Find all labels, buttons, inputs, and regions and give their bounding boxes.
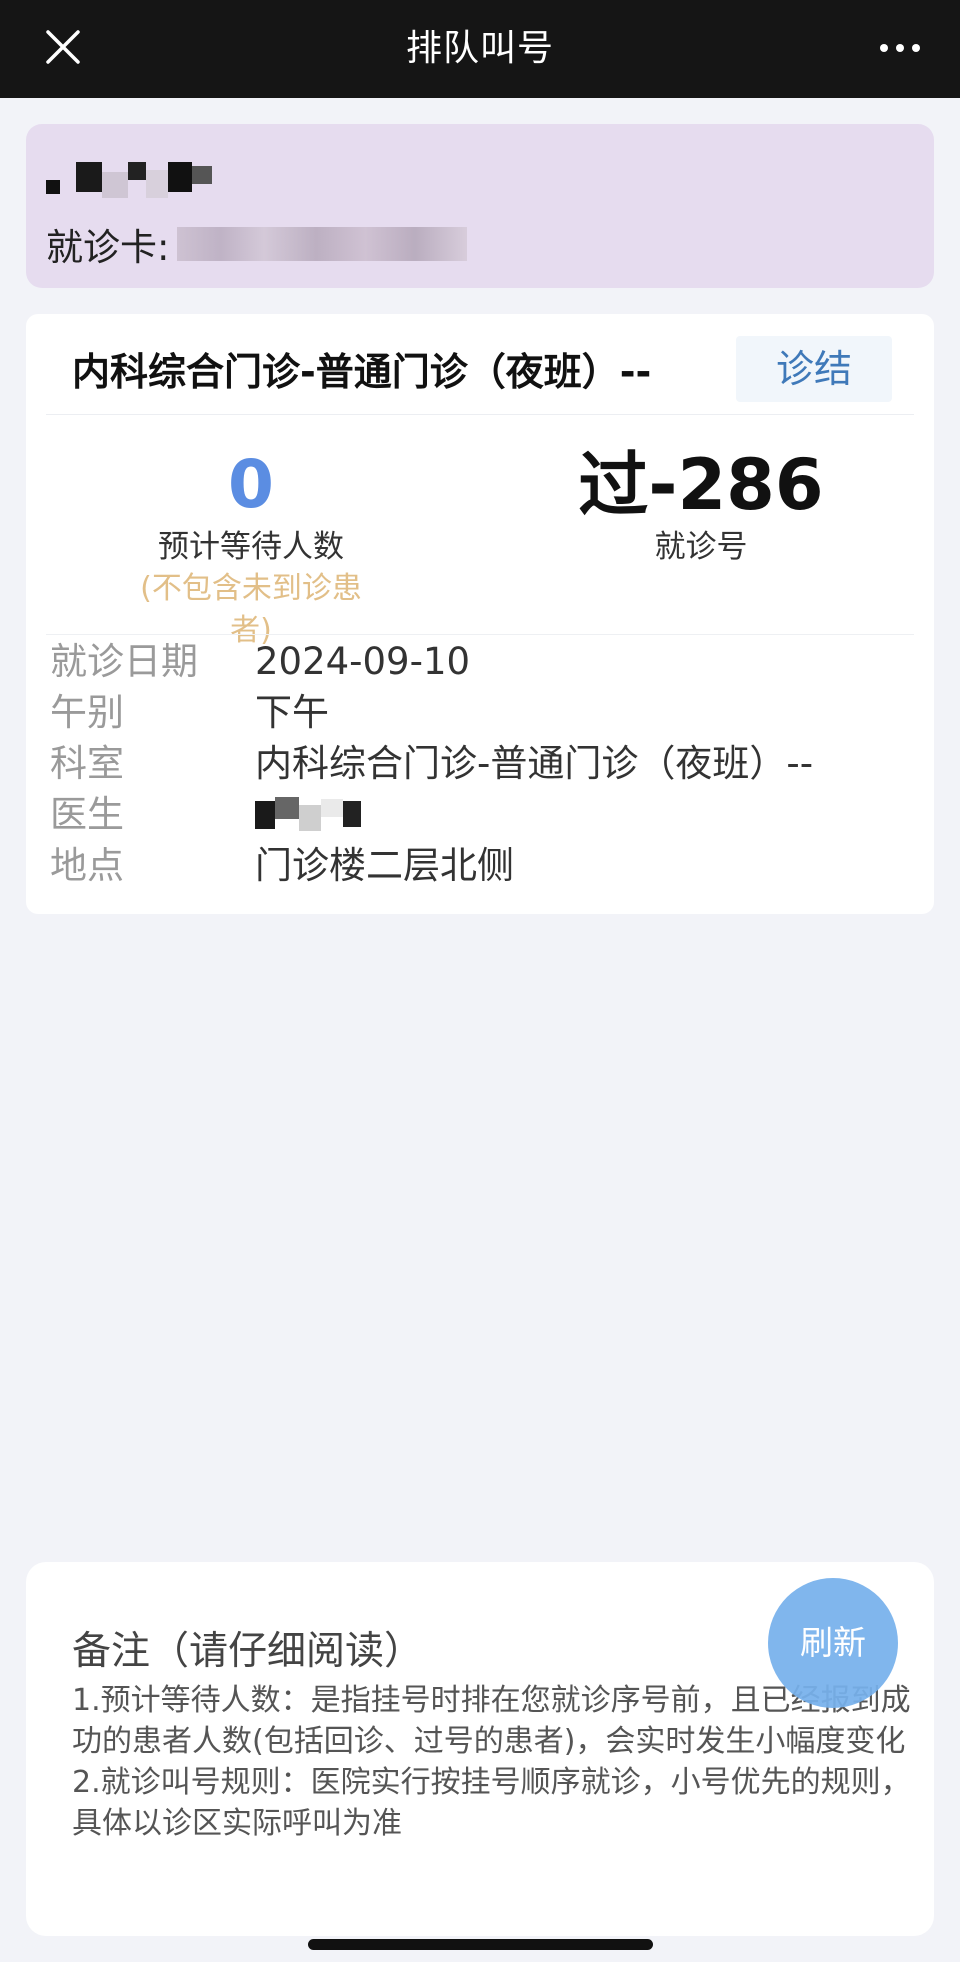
- detail-key: 就诊日期: [50, 640, 198, 683]
- detail-row-session: 午别 下午: [50, 687, 920, 738]
- more-icon[interactable]: [876, 30, 924, 66]
- visit-number-label: 就诊号: [654, 529, 748, 565]
- patient-name-masked: [46, 158, 236, 202]
- detail-value: 门诊楼二层北侧: [255, 844, 514, 887]
- divider: [46, 414, 914, 415]
- divider: [46, 634, 914, 635]
- notes-title: 备注（请仔细阅读）: [72, 1629, 424, 1674]
- waiting-label: 预计等待人数: [158, 529, 344, 565]
- card-label: 就诊卡:: [46, 226, 170, 269]
- waiting-count: 0: [228, 446, 274, 523]
- notes-line-1: 1.预计等待人数：是指挂号时排在您就诊序号前，且已经报到成功的患者人数(包括回诊…: [72, 1683, 911, 1759]
- detail-key: 科室: [50, 742, 124, 785]
- detail-row-doctor: 医生: [50, 789, 920, 840]
- detail-key: 地点: [50, 844, 124, 887]
- visit-number-stat: 过-286 就诊号: [531, 444, 871, 568]
- visit-number: 过-286: [578, 444, 824, 526]
- detail-value: 2024-09-10: [255, 640, 471, 683]
- card-number-masked: [177, 227, 468, 261]
- detail-value: 内科综合门诊-普通门诊（夜班）--: [255, 742, 814, 785]
- detail-row-location: 地点 门诊楼二层北侧: [50, 840, 920, 891]
- visit-details: 就诊日期 2024-09-10 午别 下午 科室 内科综合门诊-普通门诊（夜班）…: [50, 636, 920, 891]
- notes-line-2: 2.就诊叫号规则：医院实行按挂号顺序就诊，小号优先的规则，具体以诊区实际呼叫为准: [72, 1765, 911, 1841]
- refresh-button[interactable]: 刷新: [768, 1578, 898, 1708]
- waiting-stat: 0 预计等待人数 (不包含未到诊患者): [126, 444, 376, 652]
- patient-card-number: 就诊卡:: [46, 219, 468, 269]
- detail-key: 午别: [50, 691, 124, 734]
- home-indicator[interactable]: [308, 1939, 653, 1950]
- detail-value: 下午: [255, 691, 329, 734]
- detail-key: 医生: [50, 793, 124, 836]
- nav-bar: 排队叫号: [0, 0, 960, 98]
- notes-body: 1.预计等待人数：是指挂号时排在您就诊序号前，且已经报到成功的患者人数(包括回诊…: [72, 1680, 912, 1844]
- queue-card: 内科综合门诊-普通门诊（夜班）-- 诊结 0 预计等待人数 (不包含未到诊患者)…: [26, 314, 934, 914]
- detail-row-department: 科室 内科综合门诊-普通门诊（夜班）--: [50, 738, 920, 789]
- status-badge: 诊结: [736, 336, 892, 402]
- patient-card: 就诊卡:: [26, 124, 934, 288]
- page-title: 排队叫号: [405, 28, 554, 69]
- doctor-name-masked: [255, 797, 375, 833]
- department-title: 内科综合门诊-普通门诊（夜班）--: [72, 350, 652, 394]
- detail-row-date: 就诊日期 2024-09-10: [50, 636, 920, 687]
